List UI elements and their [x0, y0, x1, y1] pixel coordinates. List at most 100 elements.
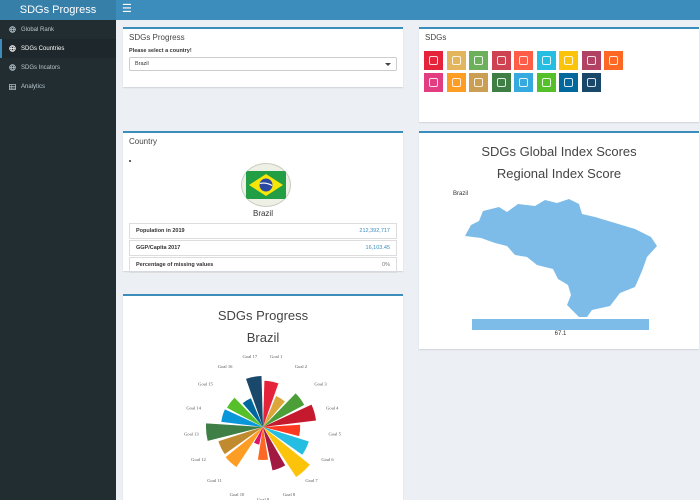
box-title: SDGs Progress: [129, 33, 185, 42]
sdg-goal-6-tile[interactable]: [536, 51, 556, 70]
goal-label: Goal 6: [321, 457, 334, 462]
globe-icon: [8, 45, 16, 52]
table-row: Population in 2019 212,392,717: [129, 223, 397, 239]
sdg-goal-13-tile[interactable]: [491, 72, 511, 92]
goal-label: Goal 13: [184, 432, 199, 437]
chart-title: SDGs Progress: [217, 308, 309, 323]
row-label: GGP/Capita 2017: [136, 245, 181, 251]
sdg-goal-icon: [451, 56, 461, 65]
goal-label: Goal 8: [283, 492, 296, 497]
table-row: GGP/Capita 2017 16,103.45: [129, 240, 397, 256]
row-value: 16,103.45: [365, 245, 390, 251]
goal-label: Goal 5: [329, 432, 342, 437]
sdg-goal-icon: [609, 56, 618, 65]
polar-bar-chart: Goal 1 Goal 2 Goal 3 Goal 4 Goal 5 Goal 6 Goal…: [184, 354, 342, 500]
goal-label: Goal 10: [230, 492, 245, 497]
top-navbar: ☰: [116, 0, 700, 20]
goal-label: Goal 7: [305, 478, 318, 483]
globe-icon: [8, 64, 16, 71]
sdg-goal-2-tile[interactable]: [446, 51, 466, 70]
globe-icon: [8, 26, 16, 33]
selected-country: Brazil: [135, 61, 149, 67]
sdg-goal-1-tile[interactable]: [424, 51, 443, 70]
goal-label: Goal 15: [198, 382, 213, 387]
sidebar-item-label: Analytics: [21, 83, 46, 90]
sdgs-box: SDGs: [419, 27, 699, 122]
country-info-table: Population in 2019 212,392,717 GGP/Capit…: [129, 223, 397, 274]
sidebar-item-label: SDGs Countries: [21, 45, 65, 52]
row-label: Population in 2019: [136, 228, 185, 234]
sdg-goal-icon: [541, 77, 551, 87]
sdg-goal-icon: [519, 77, 528, 87]
country-name: Brazil: [252, 209, 273, 218]
goal-label: Goal 12: [191, 457, 206, 462]
sdg-goal-4-tile[interactable]: [491, 51, 511, 70]
score-value: 67.1: [554, 331, 567, 337]
sidebar-item-global-rank[interactable]: Global Rank: [0, 20, 116, 39]
row-value: 212,392,717: [359, 228, 390, 234]
sdg-goal-8-tile[interactable]: [581, 51, 601, 70]
sidebar-item-sdgs-countries[interactable]: SDGs Countries: [0, 39, 116, 58]
sdg-goal-icon: [451, 77, 461, 87]
score-bar: [472, 319, 649, 330]
map-title: SDGs Global Index Scores: [481, 144, 637, 159]
sdg-goal-14-tile[interactable]: [514, 72, 533, 92]
row-value: 0%: [382, 262, 390, 268]
goal-label: Goal 3: [314, 382, 327, 387]
country-select[interactable]: Brazil: [129, 57, 397, 71]
goal-label: Goal 17: [242, 354, 257, 359]
sdg-goal-17-tile[interactable]: [581, 72, 601, 92]
sdg-goal-icon: [496, 56, 506, 65]
sdg-goal-9-tile[interactable]: [604, 51, 623, 70]
brazil-flag-icon: [241, 163, 291, 207]
chevron-down-icon: [385, 62, 391, 66]
sdg-goal-icon: [429, 77, 438, 87]
goal-label: Goal 11: [207, 478, 222, 483]
sidebar: Global Rank SDGs Countries SDGs Incators…: [0, 20, 116, 500]
sdg-goal-5-tile[interactable]: [514, 51, 533, 70]
sdg-goal-icon: [474, 56, 483, 65]
sidebar-item-label: SDGs Incators: [21, 64, 61, 71]
sdg-tile-grid: [424, 51, 623, 92]
sidebar-item-label: Global Rank: [21, 26, 55, 33]
sdg-goal-3-tile[interactable]: [469, 51, 488, 70]
sdg-goal-icon: [586, 77, 596, 87]
row-label: Percentage of missing values: [136, 262, 214, 268]
sdg-goal-16-tile[interactable]: [559, 72, 578, 92]
sdg-goal-icon: [586, 56, 596, 65]
map-box: SDGs Global Index Scores Regional Index …: [419, 131, 699, 349]
sidebar-item-sdgs-indicators[interactable]: SDGs Incators: [0, 58, 116, 77]
map-subtitle: Regional Index Score: [496, 166, 622, 181]
sdg-goal-7-tile[interactable]: [559, 51, 578, 70]
sdg-goal-icon: [474, 77, 483, 87]
sdg-goal-15-tile[interactable]: [536, 72, 556, 92]
table-row: Percentage of missing values 0%: [129, 257, 397, 273]
sdg-goal-11-tile[interactable]: [446, 72, 466, 92]
chart-subtitle: Brazil: [246, 330, 280, 345]
progress-chart-box: SDGs Progress Brazil Goal 1 Goal 2 Goal 3G…: [123, 294, 403, 500]
bullet-dot: [129, 160, 131, 162]
app-title: SDGs Progress: [19, 4, 97, 16]
sidebar-item-analytics[interactable]: Analytics: [0, 77, 116, 96]
goal-label: Goal 1: [270, 354, 283, 359]
country-box: Country Brazil Population in 2019 212,39…: [123, 131, 403, 274]
box-title: SDGs: [425, 33, 447, 42]
table-icon: [8, 83, 16, 90]
goal-label: Goal 2: [295, 364, 308, 369]
sdg-goal-12-tile[interactable]: [469, 72, 488, 92]
sdg-goal-icon: [496, 77, 506, 87]
sdg-goal-icon: [519, 56, 528, 65]
goal-label: Goal 4: [326, 405, 339, 410]
progress-select-box: SDGs Progress Please select a country! B…: [123, 27, 403, 87]
box-title: Country: [129, 137, 158, 146]
sdg-goal-icon: [564, 56, 573, 65]
brazil-map[interactable]: [419, 193, 699, 323]
select-label: Please select a country!: [129, 48, 192, 54]
goal-label: Goal 14: [186, 405, 201, 410]
sdg-goal-icon: [429, 56, 438, 65]
sdg-goal-10-tile[interactable]: [424, 72, 443, 92]
goal-label: Goal 16: [218, 364, 233, 369]
hamburger-icon[interactable]: ☰: [122, 3, 132, 16]
sdg-goal-icon: [564, 77, 573, 87]
app-logo[interactable]: SDGs Progress: [0, 0, 116, 20]
